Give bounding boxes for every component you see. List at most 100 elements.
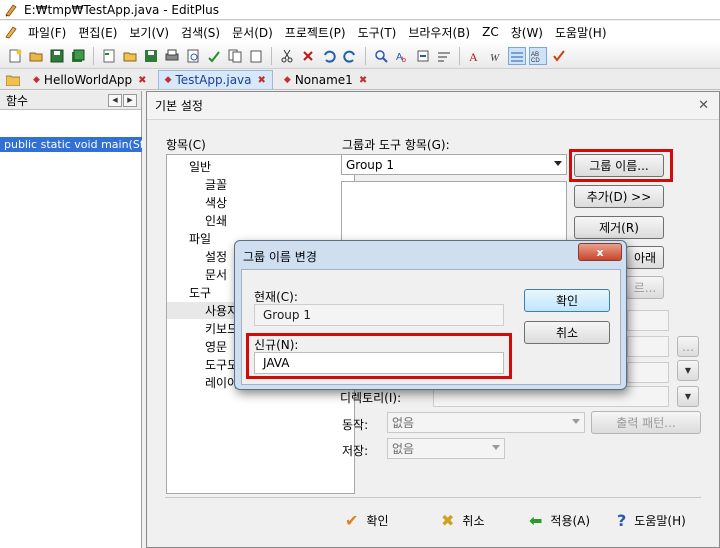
output-pattern-button[interactable]: 출력 패턴... [591, 411, 701, 434]
print-icon[interactable] [163, 47, 181, 65]
chevron-down-icon: ▼ [684, 366, 692, 375]
copy-icon[interactable] [226, 47, 244, 65]
tab-label: HelloWorldApp [43, 73, 133, 87]
rename-group-dialog: 그룹 이름 변경 x 현재(C): Group 1 신규(N): JAVA 확인… [234, 240, 627, 390]
save-label: 저장: [342, 444, 369, 458]
menu-project[interactable]: 프로젝트(P) [279, 24, 352, 41]
check-icon[interactable] [550, 47, 568, 65]
hex-icon[interactable] [508, 46, 526, 65]
group-label: 그룹과 도구 항목(G): [342, 138, 450, 152]
tab-testapp[interactable]: ◆ TestApp.java ✖ [157, 70, 273, 89]
column-mode-icon[interactable]: AB CD [529, 46, 547, 65]
menu-zc[interactable]: ZC [476, 25, 505, 39]
spellcheck-icon[interactable] [205, 47, 223, 65]
menu-search[interactable]: 검색(S) [175, 24, 226, 41]
rename-group-button[interactable]: 그룹 이름... [574, 154, 664, 177]
argument-dropdown-button[interactable]: ▼ [677, 360, 699, 381]
font-icon[interactable]: A [466, 47, 484, 65]
save-as-icon[interactable] [142, 47, 160, 65]
browse-command-button[interactable]: … [677, 336, 699, 357]
new-file-icon[interactable] [100, 47, 118, 65]
redo-icon[interactable] [341, 47, 359, 65]
tab-label: TestApp.java [175, 73, 252, 87]
current-name-label: 현재(C): [254, 290, 298, 304]
open-folder-icon[interactable] [121, 47, 139, 65]
tree-node[interactable]: 파일 [189, 230, 211, 247]
save-select[interactable]: 없음 [387, 438, 505, 459]
settings-dialog-titlebar: 기본 설정 ✕ [147, 92, 719, 120]
rename-cancel-button[interactable]: 취소 [524, 321, 610, 344]
argument-field[interactable] [627, 362, 669, 383]
tree-node[interactable]: 일반 [189, 158, 211, 175]
ok-button-label: 확인 [366, 513, 389, 528]
chevron-down-icon [572, 419, 580, 424]
close-tab-icon[interactable]: ✖ [359, 75, 367, 86]
ok-button[interactable]: ✔ 확인 [345, 508, 389, 532]
apply-button[interactable]: ⬅ 적용(A) [529, 508, 590, 532]
action-select[interactable]: 없음 [387, 412, 585, 433]
svg-text:CD: CD [531, 58, 540, 63]
current-name-field: Group 1 [254, 304, 504, 326]
command-field[interactable] [627, 336, 669, 357]
tab-noname1[interactable]: ◆ Noname1 ✖ [277, 70, 374, 89]
browse-button[interactable]: 르... [626, 276, 664, 299]
word-wrap-icon[interactable] [435, 47, 453, 65]
goto-icon[interactable] [414, 47, 432, 65]
save-all-icon[interactable] [69, 47, 87, 65]
directory-dropdown-button[interactable]: ▼ [677, 386, 699, 407]
menu-view[interactable]: 보기(V) [123, 24, 175, 41]
tab-helloworldapp[interactable]: ◆ HelloWorldApp ✖ [26, 70, 154, 89]
remove-tool-button[interactable]: 제거(R) [574, 216, 664, 239]
add-tool-button[interactable]: 추가(D) >> [574, 185, 664, 208]
find-icon[interactable] [372, 47, 390, 65]
new-name-input[interactable]: JAVA [254, 352, 504, 374]
menu-tools[interactable]: 도구(T) [352, 24, 403, 41]
menu-edit[interactable]: 편집(E) [72, 24, 123, 41]
close-icon[interactable]: ✕ [698, 98, 709, 113]
svg-text:b: b [402, 57, 406, 63]
function-item[interactable]: public static void main(Str [0, 137, 142, 152]
open-icon[interactable] [27, 47, 45, 65]
help-button[interactable]: ? 도움말(H) [617, 508, 686, 532]
column-icon[interactable]: W [487, 47, 505, 65]
tree-node[interactable]: 영문 [205, 338, 227, 355]
menu-help[interactable]: 도움말(H) [549, 24, 613, 41]
cancel-button[interactable]: ✖ 취소 [441, 508, 485, 532]
chevron-right-icon[interactable]: ▶ [123, 93, 137, 107]
close-tab-icon[interactable]: ✖ [138, 75, 146, 86]
svg-text:A: A [469, 50, 478, 63]
toolbar-separator [365, 46, 366, 65]
menu-file[interactable]: 파일(F) [22, 24, 72, 41]
close-tab-icon[interactable]: ✖ [258, 75, 266, 86]
close-icon[interactable]: x [578, 243, 622, 261]
new-icon[interactable] [6, 47, 24, 65]
tool-list[interactable] [341, 181, 567, 243]
tree-node[interactable]: 색상 [205, 194, 227, 211]
cross-icon: ✖ [441, 510, 455, 530]
paste-icon[interactable] [247, 47, 265, 65]
replace-icon[interactable]: Ab [393, 47, 411, 65]
rename-dialog-title: 그룹 이름 변경 [243, 249, 317, 264]
group-select[interactable]: Group 1 [341, 154, 567, 175]
menu-window[interactable]: 창(W) [505, 24, 549, 41]
tree-node[interactable]: 문서 [205, 266, 227, 283]
chevron-down-icon [554, 161, 562, 166]
chevron-left-icon[interactable]: ◀ [108, 93, 122, 107]
rename-ok-button[interactable]: 확인 [524, 289, 610, 312]
tree-node[interactable]: 인쇄 [205, 212, 227, 229]
folder-icon[interactable] [6, 74, 20, 86]
print-preview-icon[interactable] [184, 47, 202, 65]
menu-browser[interactable]: 브라우저(B) [402, 24, 476, 41]
cut-icon[interactable] [278, 47, 296, 65]
move-down-button[interactable]: 아래 [626, 246, 664, 269]
tree-node[interactable]: 도구 [189, 284, 211, 301]
function-panel-header: 함수 ◀ ▶ [0, 91, 141, 110]
menu-text-field[interactable] [627, 310, 669, 331]
save-icon[interactable] [48, 47, 66, 65]
delete-icon[interactable] [299, 47, 317, 65]
undo-icon[interactable] [320, 47, 338, 65]
tree-node[interactable]: 설정 [205, 248, 227, 265]
menu-document[interactable]: 문서(D) [226, 24, 279, 41]
tree-node[interactable]: 글꼴 [205, 176, 227, 193]
footer-separator [165, 497, 701, 498]
